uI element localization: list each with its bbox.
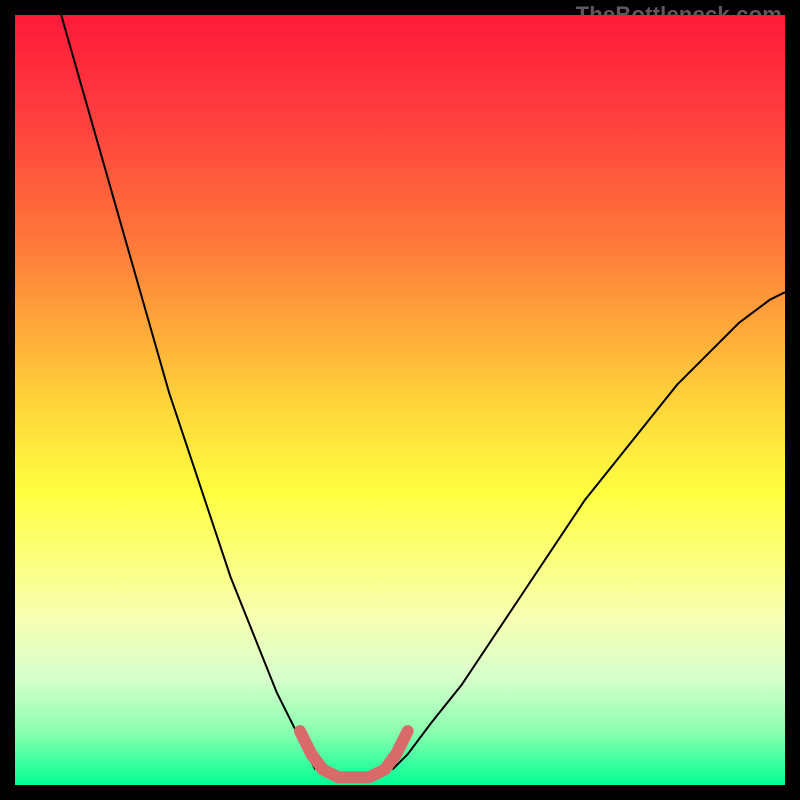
chart-background xyxy=(15,15,785,785)
chart-frame: TheBottleneck.com xyxy=(0,0,800,800)
bottleneck-chart xyxy=(15,15,785,785)
